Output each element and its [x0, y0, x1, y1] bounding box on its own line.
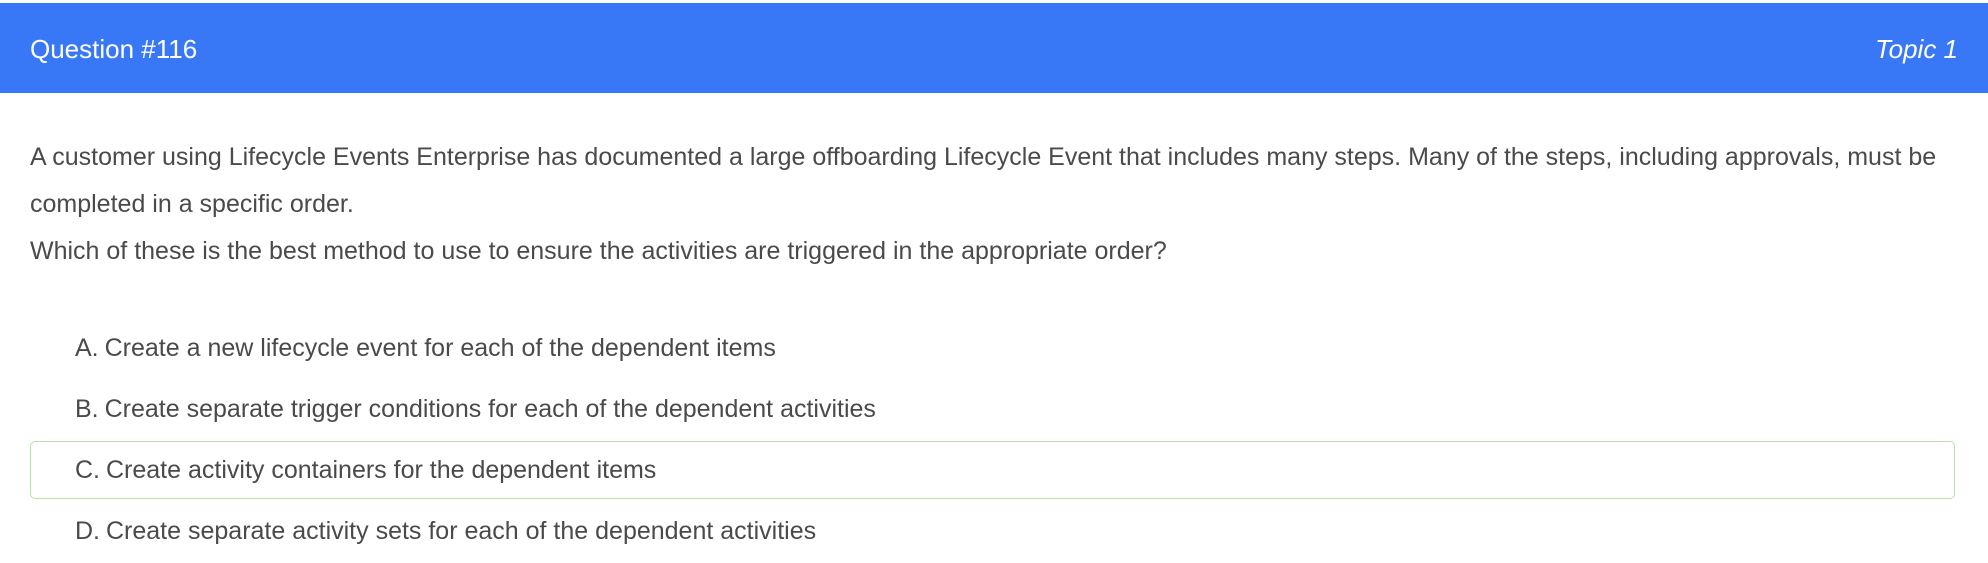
choice-letter: A.	[75, 334, 99, 362]
choice-text: Create activity containers for the depen…	[106, 456, 657, 484]
choice-letter: B.	[75, 395, 99, 423]
choice-b[interactable]: B. Create separate trigger conditions for…	[30, 380, 1955, 438]
choice-letter: D.	[75, 517, 100, 545]
choice-c[interactable]: C. Create activity containers for the dep…	[30, 441, 1955, 499]
question-card: Question #116 Topic 1 A customer using L…	[0, 0, 1988, 560]
choice-text: Create a new lifecycle event for each of…	[104, 334, 776, 362]
choice-text: Create separate trigger conditions for e…	[104, 395, 876, 423]
topic-label: Topic 1	[1875, 34, 1958, 64]
choice-a[interactable]: A. Create a new lifecycle event for each …	[30, 319, 1955, 377]
question-body: A customer using Lifecycle Events Enterp…	[30, 134, 1955, 275]
question-text: A customer using Lifecycle Events Enterp…	[30, 143, 1937, 218]
choice-text: Create separate activity sets for each o…	[106, 517, 817, 545]
choice-d[interactable]: D. Create separate activity sets for each…	[30, 502, 1955, 560]
question-number: Question #116	[30, 34, 198, 64]
question-prompt: Which of these is the best method to use…	[30, 237, 1167, 265]
question-header: Question #116 Topic 1	[0, 3, 1988, 93]
answer-choices: A. Create a new lifecycle event for each …	[30, 319, 1955, 563]
choice-letter: C.	[75, 456, 100, 484]
